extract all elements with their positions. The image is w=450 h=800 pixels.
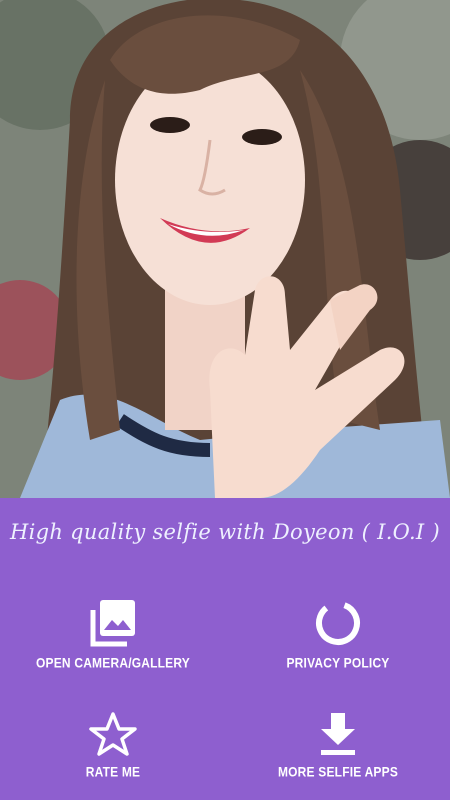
circle-progress-icon xyxy=(316,601,360,645)
photo-library-icon xyxy=(90,600,135,647)
download-icon xyxy=(321,713,355,755)
open-camera-gallery-label: OPEN CAMERA/GALLERY xyxy=(35,654,191,672)
app-tagline: High quality selfie with Doyeon ( I.O.I … xyxy=(10,520,440,544)
rate-me-label: RATE ME xyxy=(85,763,141,781)
privacy-policy-label: PRIVACY POLICY xyxy=(286,654,390,672)
open-camera-gallery-button[interactable]: OPEN CAMERA/GALLERY xyxy=(28,598,198,672)
star-outline-icon xyxy=(89,712,137,756)
hero-photo xyxy=(0,0,450,498)
rate-me-button[interactable]: RATE ME xyxy=(28,711,198,781)
privacy-policy-button[interactable]: PRIVACY POLICY xyxy=(253,598,423,672)
more-selfie-apps-label: MORE SELFIE APPS xyxy=(277,763,399,781)
more-selfie-apps-button[interactable]: MORE SELFIE APPS xyxy=(253,711,423,781)
hero-photo-illustration xyxy=(0,0,450,498)
